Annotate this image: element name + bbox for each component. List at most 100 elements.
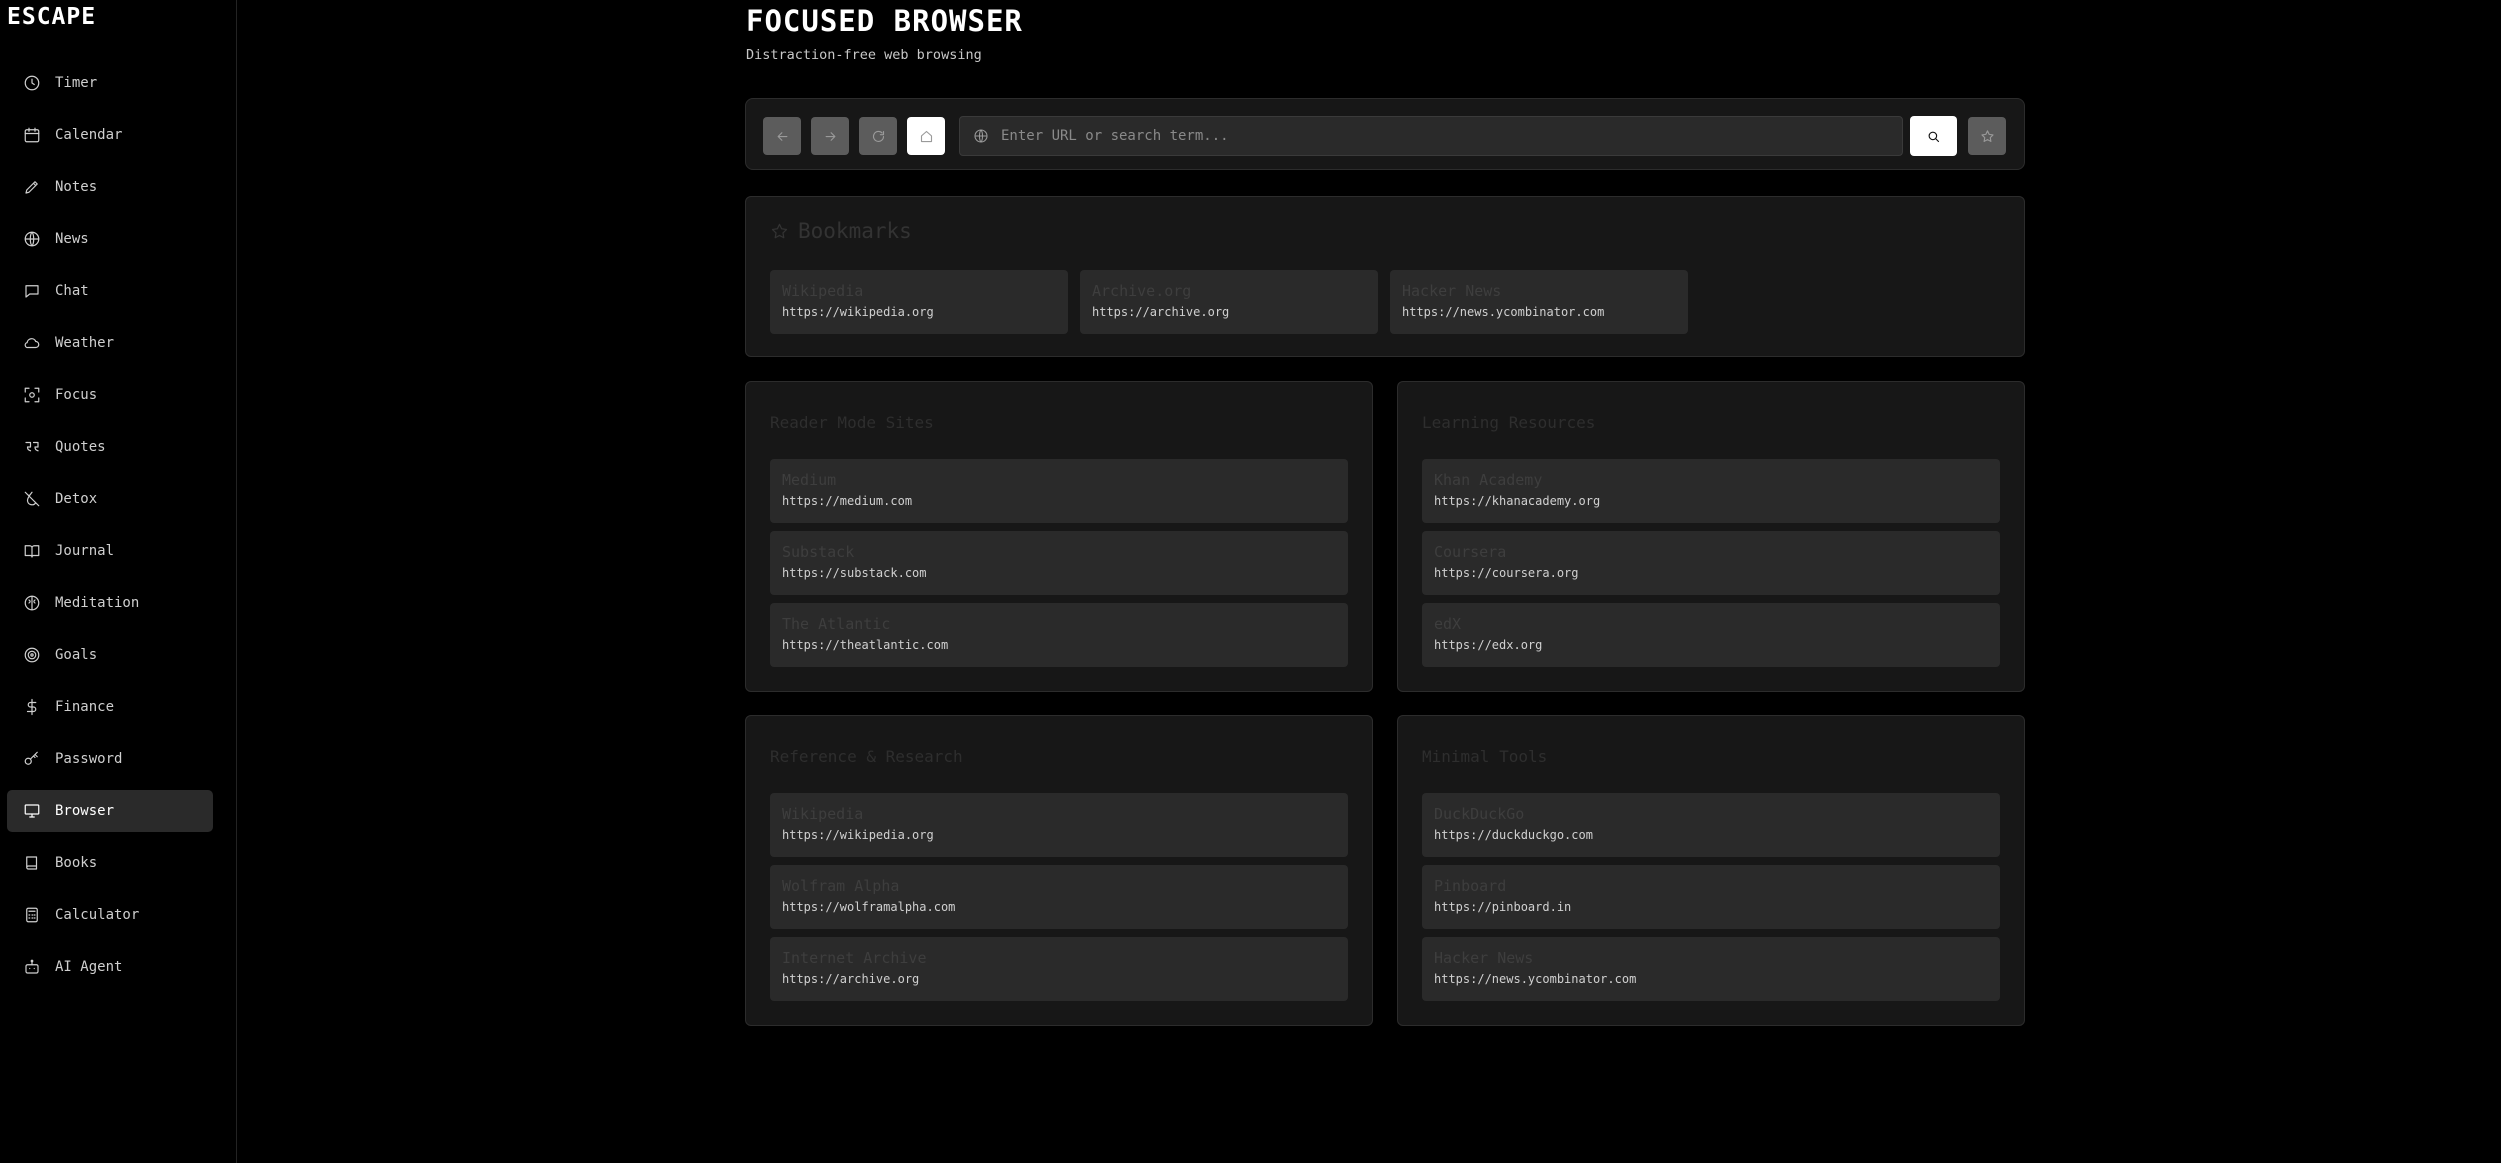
bookmark-card[interactable]: Archive.org https://archive.org: [1080, 270, 1378, 334]
sidebar-item-weather[interactable]: Weather: [7, 322, 213, 364]
refresh-icon: [872, 130, 884, 142]
url-input[interactable]: [999, 127, 1902, 145]
drop-off-icon: [23, 490, 41, 508]
site-url: https://medium.com: [782, 494, 913, 508]
section-title: Learning Resources: [1422, 413, 1596, 432]
bookmark-name: Wikipedia: [782, 282, 864, 300]
arrow-right-icon: [825, 131, 835, 141]
section-title: Reference & Research: [770, 747, 963, 766]
site-card[interactable]: Coursera https://coursera.org: [1422, 531, 2000, 595]
sidebar-item-journal[interactable]: Journal: [7, 530, 213, 572]
pencil-icon: [23, 178, 41, 196]
book-open-icon: [23, 542, 41, 560]
target-icon: [23, 646, 41, 664]
site-url: https://edx.org: [1434, 638, 1543, 652]
site-card[interactable]: DuckDuckGo https://duckduckgo.com: [1422, 793, 2000, 857]
monitor-icon: [23, 802, 41, 820]
site-card[interactable]: Wikipedia https://wikipedia.org: [770, 793, 1348, 857]
bookmarks-heading: Bookmarks: [770, 219, 912, 243]
bookmarks-title: Bookmarks: [798, 219, 912, 243]
sidebar: ESCAPE Timer Calendar Notes News Chat We…: [0, 0, 237, 1163]
search-button[interactable]: [1910, 116, 1957, 156]
sidebar-item-timer[interactable]: Timer: [7, 62, 213, 104]
clock-icon: [23, 74, 41, 92]
site-card[interactable]: Pinboard https://pinboard.in: [1422, 865, 2000, 929]
site-url: https://duckduckgo.com: [1434, 828, 1593, 842]
site-card[interactable]: Khan Academy https://khanacademy.org: [1422, 459, 2000, 523]
sidebar-item-quotes[interactable]: Quotes: [7, 426, 213, 468]
sidebar-item-notes[interactable]: Notes: [7, 166, 213, 208]
sidebar-item-label: Password: [55, 751, 123, 767]
site-name: Wikipedia: [782, 805, 864, 823]
section-title: Reader Mode Sites: [770, 413, 934, 432]
bookmark-card[interactable]: Wikipedia https://wikipedia.org: [770, 270, 1068, 334]
sidebar-item-label: Calculator: [55, 907, 140, 923]
sidebar-item-calendar[interactable]: Calendar: [7, 114, 213, 156]
sidebar-item-label: Goals: [55, 647, 98, 663]
site-url: https://substack.com: [782, 566, 927, 580]
star-icon: [1980, 129, 1994, 142]
app-logo: ESCAPE: [7, 4, 97, 30]
bookmark-add-button[interactable]: [1968, 117, 2006, 155]
site-name: Coursera: [1434, 543, 1507, 561]
site-card[interactable]: Hacker News https://news.ycombinator.com: [1422, 937, 2000, 1001]
site-name: The Atlantic: [782, 615, 891, 633]
site-card[interactable]: Medium https://medium.com: [770, 459, 1348, 523]
sidebar-item-label: Timer: [55, 75, 98, 91]
section-title: Minimal Tools: [1422, 747, 1548, 766]
arrow-left-icon: [777, 131, 787, 141]
sidebar-item-calculator[interactable]: Calculator: [7, 894, 213, 936]
site-name: Wolfram Alpha: [782, 877, 900, 895]
site-name: Khan Academy: [1434, 471, 1543, 489]
back-button[interactable]: [763, 117, 801, 155]
brain-icon: [23, 594, 41, 612]
site-card[interactable]: edX https://edx.org: [1422, 603, 2000, 667]
chat-bubble-icon: [23, 282, 41, 300]
sidebar-item-password[interactable]: Password: [7, 738, 213, 780]
globe-icon: [973, 128, 989, 144]
home-button[interactable]: [907, 117, 945, 155]
globe-icon: [23, 230, 41, 248]
site-card[interactable]: Internet Archive https://archive.org: [770, 937, 1348, 1001]
site-url: https://wikipedia.org: [782, 828, 934, 842]
sidebar-item-label: Detox: [55, 491, 98, 507]
url-bar: [959, 116, 1903, 156]
calculator-icon: [23, 906, 41, 924]
book-icon: [23, 854, 41, 872]
bookmarks-panel: Bookmarks Wikipedia https://wikipedia.or…: [745, 196, 2025, 357]
sidebar-item-chat[interactable]: Chat: [7, 270, 213, 312]
sidebar-item-ai-agent[interactable]: AI Agent: [7, 946, 213, 988]
sidebar-item-browser[interactable]: Browser: [7, 790, 213, 832]
browser-toolbar: [745, 98, 2025, 170]
bookmark-name: Archive.org: [1092, 282, 1192, 300]
calendar-icon: [23, 126, 41, 144]
bookmark-url: https://archive.org: [1092, 305, 1230, 319]
reload-button[interactable]: [859, 117, 897, 155]
sidebar-item-goals[interactable]: Goals: [7, 634, 213, 676]
sidebar-item-label: Focus: [55, 387, 98, 403]
sidebar-item-focus[interactable]: Focus: [7, 374, 213, 416]
sidebar-item-label: Journal: [55, 543, 115, 559]
page-subtitle: Distraction-free web browsing: [746, 47, 982, 63]
sidebar-item-detox[interactable]: Detox: [7, 478, 213, 520]
site-name: Internet Archive: [782, 949, 927, 967]
bookmark-card[interactable]: Hacker News https://news.ycombinator.com: [1390, 270, 1688, 334]
site-card[interactable]: Substack https://substack.com: [770, 531, 1348, 595]
site-card[interactable]: The Atlantic https://theatlantic.com: [770, 603, 1348, 667]
site-name: Substack: [782, 543, 855, 561]
sidebar-item-label: Finance: [55, 699, 115, 715]
sidebar-item-meditation[interactable]: Meditation: [7, 582, 213, 624]
site-card[interactable]: Wolfram Alpha https://wolframalpha.com: [770, 865, 1348, 929]
site-url: https://archive.org: [782, 972, 920, 986]
site-url: https://wolframalpha.com: [782, 900, 956, 914]
forward-button[interactable]: [811, 117, 849, 155]
sidebar-item-books[interactable]: Books: [7, 842, 213, 884]
sidebar-item-news[interactable]: News: [7, 218, 213, 260]
sidebar-nav: Timer Calendar Notes News Chat Weather F…: [7, 62, 213, 998]
sidebar-item-label: Books: [55, 855, 98, 871]
star-icon: [771, 223, 788, 238]
sidebar-item-finance[interactable]: Finance: [7, 686, 213, 728]
dollar-icon: [23, 698, 41, 716]
site-name: Hacker News: [1434, 949, 1534, 967]
cloud-icon: [23, 334, 41, 352]
